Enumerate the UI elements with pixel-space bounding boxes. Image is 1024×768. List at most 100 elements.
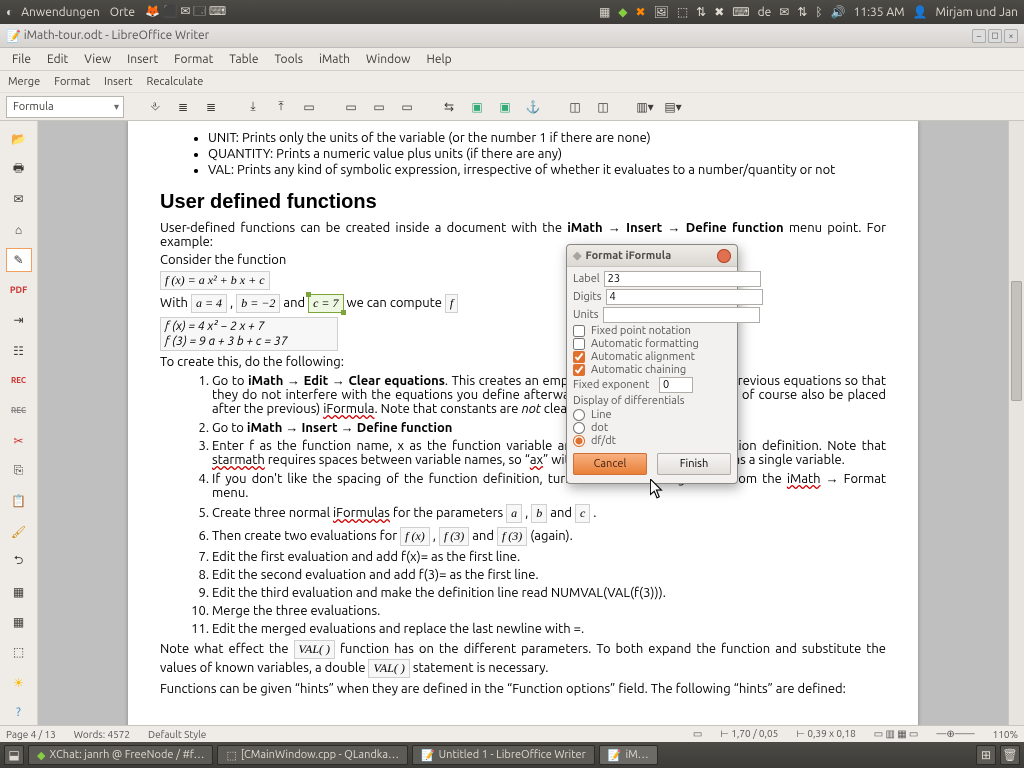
- menu-file[interactable]: File: [4, 50, 39, 69]
- equation-box[interactable]: f (x) = a x² + b x + c: [160, 271, 270, 290]
- sidebar-pdf-icon[interactable]: PDF: [6, 278, 32, 302]
- sidebar-export-icon[interactable]: ⇥: [6, 308, 32, 332]
- label-input[interactable]: [604, 271, 761, 287]
- tray-icon[interactable]: ⇅: [696, 5, 706, 19]
- fixed-point-checkbox[interactable]: [573, 325, 585, 337]
- units-input[interactable]: [603, 307, 760, 323]
- toolbar-icon[interactable]: ◫: [592, 96, 614, 118]
- status-words[interactable]: Words: 4572: [74, 729, 130, 740]
- tray-icon[interactable]: ◆: [618, 5, 627, 19]
- format-iformula-dialog[interactable]: ◆ Format iFormula Label Digits Units Fix…: [566, 244, 738, 484]
- document-viewport[interactable]: UNIT: Prints only the units of the varia…: [38, 121, 1008, 725]
- tray-icon[interactable]: ⬚: [677, 5, 688, 19]
- menu-help[interactable]: Help: [419, 50, 460, 69]
- sidebar-mail-icon[interactable]: ✉: [6, 187, 32, 211]
- toolbar-icon[interactable]: ▭: [340, 96, 362, 118]
- imath-format[interactable]: Format: [54, 76, 90, 88]
- ubuntu-icon[interactable]: ◐: [6, 5, 13, 19]
- taskbar-entry-active[interactable]: 📝iM…: [599, 745, 658, 765]
- imath-insert[interactable]: Insert: [104, 76, 132, 88]
- toolbar-icon[interactable]: ≣: [200, 96, 222, 118]
- taskbar-entry[interactable]: ◆XChat: janrh @ FreeNode / #f…: [28, 745, 213, 765]
- sidebar-home-icon[interactable]: ⌂: [6, 218, 32, 242]
- diff-dfdt-radio[interactable]: [573, 435, 585, 447]
- imath-recalculate[interactable]: Recalculate: [146, 76, 203, 88]
- window-titlebar[interactable]: 📝 iMath-tour.odt - LibreOffice Writer – …: [0, 24, 1024, 48]
- equation-box[interactable]: b = −2: [236, 294, 280, 313]
- paragraph-style-combo[interactable]: Formula: [6, 96, 124, 118]
- imath-merge[interactable]: Merge: [8, 76, 40, 88]
- network-icon[interactable]: ⇅: [797, 5, 807, 19]
- menu-view[interactable]: View: [76, 50, 119, 69]
- taskbar-entry[interactable]: ⬚[CMainWindow.cpp - QLandka…: [217, 745, 407, 765]
- sidebar-help-icon[interactable]: ?: [6, 701, 32, 725]
- volume-icon[interactable]: 🔊: [831, 5, 846, 19]
- sidebar-open-icon[interactable]: 📂: [6, 127, 32, 151]
- finish-button[interactable]: Finish: [657, 453, 731, 475]
- status-page[interactable]: Page 4 / 13: [6, 729, 56, 740]
- dialog-close-icon[interactable]: [717, 249, 731, 263]
- toolbar-icon[interactable]: ▥▾: [634, 96, 656, 118]
- auto-alignment-checkbox[interactable]: [573, 351, 585, 363]
- dialog-titlebar[interactable]: ◆ Format iFormula: [567, 245, 737, 267]
- sidebar-icon[interactable]: ☷: [6, 338, 32, 362]
- status-zoom[interactable]: 110%: [993, 729, 1018, 740]
- wrap-icon[interactable]: ▣: [466, 96, 488, 118]
- sidebar-print-icon[interactable]: 🖶: [6, 157, 32, 181]
- status-style[interactable]: Default Style: [148, 729, 206, 740]
- toolbar-icon[interactable]: ▭: [298, 96, 320, 118]
- menu-tools[interactable]: Tools: [266, 50, 311, 69]
- window-minimize[interactable]: –: [972, 29, 986, 43]
- window-maximize[interactable]: ◻: [988, 29, 1002, 43]
- clock[interactable]: 11:35 AM: [854, 6, 905, 19]
- toolbar-icon[interactable]: ⇆: [438, 96, 460, 118]
- sidebar-paste-icon[interactable]: 📋: [6, 489, 32, 513]
- wrap-icon[interactable]: ▣: [494, 96, 516, 118]
- scrollbar-thumb[interactable]: [1011, 281, 1022, 401]
- user-menu[interactable]: Mirjam und Jan: [936, 6, 1018, 19]
- applications-menu[interactable]: Anwendungen: [21, 6, 100, 19]
- workspace-switcher[interactable]: ⊞: [976, 745, 996, 765]
- tray-icon[interactable]: ▦: [599, 5, 610, 19]
- sidebar-brush-icon[interactable]: 🖌: [6, 520, 32, 544]
- menu-insert[interactable]: Insert: [119, 50, 166, 69]
- diff-dot-radio[interactable]: [573, 422, 585, 434]
- sidebar-icon[interactable]: ⬚: [6, 640, 32, 664]
- toolbar-icon[interactable]: ⤓: [242, 96, 264, 118]
- trash-icon[interactable]: 🗑: [1000, 745, 1020, 765]
- toolbar-icon[interactable]: ▭: [396, 96, 418, 118]
- mail-icon[interactable]: ✉: [779, 5, 789, 19]
- user-icon[interactable]: 👤: [913, 5, 928, 19]
- tray-icon[interactable]: ✖: [636, 5, 646, 19]
- sidebar-icon[interactable]: ▦: [6, 610, 32, 634]
- places-menu[interactable]: Orte: [110, 6, 135, 19]
- cancel-button[interactable]: Cancel: [573, 453, 647, 475]
- toolbar-icon[interactable]: ◫: [564, 96, 586, 118]
- tray-icon[interactable]: 🖼: [654, 5, 669, 19]
- toolbar-icon[interactable]: ⎀: [144, 96, 166, 118]
- status-view-icon[interactable]: ▭: [693, 728, 702, 740]
- menu-format[interactable]: Format: [166, 50, 221, 69]
- diff-line-radio[interactable]: [573, 409, 585, 421]
- sidebar-rec-off-icon[interactable]: REC: [6, 399, 32, 423]
- toolbar-icon[interactable]: ▭: [368, 96, 390, 118]
- sidebar-cut-icon[interactable]: ✂: [6, 429, 32, 453]
- status-view-icons[interactable]: ▭ ▥ ▦ ▭: [874, 728, 919, 740]
- panel-app-icons[interactable]: 🦊 ⬛ ✉ 🗔 ⌨: [145, 2, 226, 23]
- sidebar-edit-icon[interactable]: ✎: [6, 248, 32, 272]
- auto-formatting-checkbox[interactable]: [573, 338, 585, 350]
- toolbar-icon[interactable]: ⤒: [270, 96, 292, 118]
- fixed-exponent-input[interactable]: [659, 377, 693, 393]
- equation-box[interactable]: f: [445, 294, 458, 313]
- selected-equation-box[interactable]: c = 7: [308, 294, 343, 313]
- sidebar-icon[interactable]: ▦: [6, 580, 32, 604]
- menu-edit[interactable]: Edit: [39, 50, 76, 69]
- sidebar-copy-icon[interactable]: ⎘: [6, 459, 32, 483]
- status-zoom-slider[interactable]: —⊕——: [936, 728, 974, 740]
- window-close[interactable]: ×: [1004, 29, 1018, 43]
- tray-icon[interactable]: ⌨: [732, 5, 749, 19]
- sidebar-rec-icon[interactable]: REC: [6, 369, 32, 393]
- digits-input[interactable]: [606, 289, 763, 305]
- bluetooth-icon[interactable]: ᛒ: [815, 6, 822, 19]
- anchor-icon[interactable]: ⚓: [522, 96, 544, 118]
